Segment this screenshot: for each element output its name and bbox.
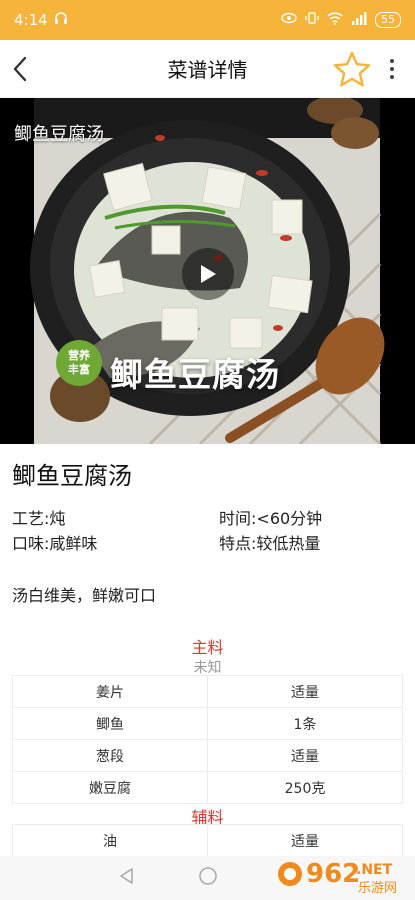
more-dot: [390, 67, 394, 71]
technique-attr: 工艺:炖: [12, 505, 65, 529]
ingredient-amount: 1条: [207, 707, 403, 740]
watermark-domain: .NET: [356, 862, 393, 878]
ingredient-amount: 250克: [207, 771, 403, 804]
watermark-number: 962: [306, 859, 360, 889]
more-dot: [390, 75, 394, 79]
star-icon: [333, 51, 371, 87]
recipe-title: 鲫鱼豆腐汤: [12, 462, 132, 490]
feature-attr: 特点:较低热量: [219, 530, 320, 554]
favorite-button[interactable]: [332, 50, 372, 90]
vibrate-icon: [305, 11, 319, 29]
app-header: 菜谱详情: [0, 40, 415, 98]
triangle-back-icon: [119, 868, 133, 884]
taste-label: 口味:: [12, 534, 50, 553]
badge-line-1: 营养: [68, 349, 90, 362]
taste-value: 咸鲜味: [49, 534, 98, 553]
play-button[interactable]: [182, 248, 234, 300]
back-button[interactable]: [6, 54, 34, 84]
table-row: 葱段 适量: [12, 739, 403, 772]
table-row: 鲫鱼 1条: [12, 707, 403, 740]
badge-text: 营养 丰富: [68, 349, 90, 377]
headphones-icon: [54, 11, 68, 29]
eye-icon: [281, 12, 297, 28]
play-icon: [201, 265, 216, 283]
signal-icon: [351, 11, 367, 29]
more-dot: [390, 59, 394, 63]
table-row: 姜片 适量: [12, 675, 403, 708]
site-watermark-logo: 962 .NET 乐游网: [278, 859, 397, 896]
time-attr: 时间:<60分钟: [219, 505, 322, 529]
ingredient-name: 嫩豆腐: [12, 771, 208, 804]
ingredient-name: 油: [12, 824, 208, 857]
status-bar: 4:14 55: [0, 0, 415, 40]
nav-back-button[interactable]: [118, 867, 136, 889]
time-value: <60分钟: [256, 509, 323, 528]
badge-line-2: 丰富: [68, 363, 90, 376]
main-ingredients-subheading: 未知: [193, 660, 222, 676]
circle-home-icon: [198, 867, 217, 885]
battery-indicator: 55: [375, 12, 401, 28]
feature-label: 特点:: [219, 534, 257, 553]
recipe-description: 汤白维美，鲜嫩可口: [12, 586, 157, 605]
time-label: 时间:: [219, 509, 257, 528]
more-menu-button[interactable]: [382, 54, 402, 84]
ingredient-name: 姜片: [12, 675, 208, 708]
ingredient-name: 葱段: [12, 739, 208, 772]
ingredient-amount: 适量: [207, 675, 403, 708]
ingredient-name: 鲫鱼: [12, 707, 208, 740]
video-caption: 鲫鱼豆腐汤: [14, 124, 104, 145]
table-row: 嫩豆腐 250克: [12, 771, 403, 804]
video-overlay-title: 鲫鱼豆腐汤: [110, 355, 280, 394]
watermark-site-name: 乐游网: [358, 881, 397, 896]
ingredient-amount: 适量: [207, 739, 403, 772]
feature-value: 较低热量: [256, 534, 321, 553]
technique-value: 炖: [49, 509, 66, 528]
chevron-left-icon: [13, 56, 27, 82]
main-ingredients-heading: 主料: [191, 638, 224, 657]
status-time: 4:14: [14, 11, 48, 29]
recipe-video[interactable]: 鲫鱼豆腐汤 营养 丰富 鲫鱼豆腐汤: [0, 98, 415, 444]
technique-label: 工艺:: [12, 509, 50, 528]
nav-home-button[interactable]: [198, 866, 218, 890]
taste-attr: 口味:咸鲜味: [12, 530, 97, 554]
wifi-icon: [327, 11, 343, 29]
nutrition-badge: 营养 丰富: [56, 340, 102, 386]
main-ingredients-table: 姜片 适量 鲫鱼 1条 葱段 适量 嫩豆腐 250克: [12, 675, 403, 804]
